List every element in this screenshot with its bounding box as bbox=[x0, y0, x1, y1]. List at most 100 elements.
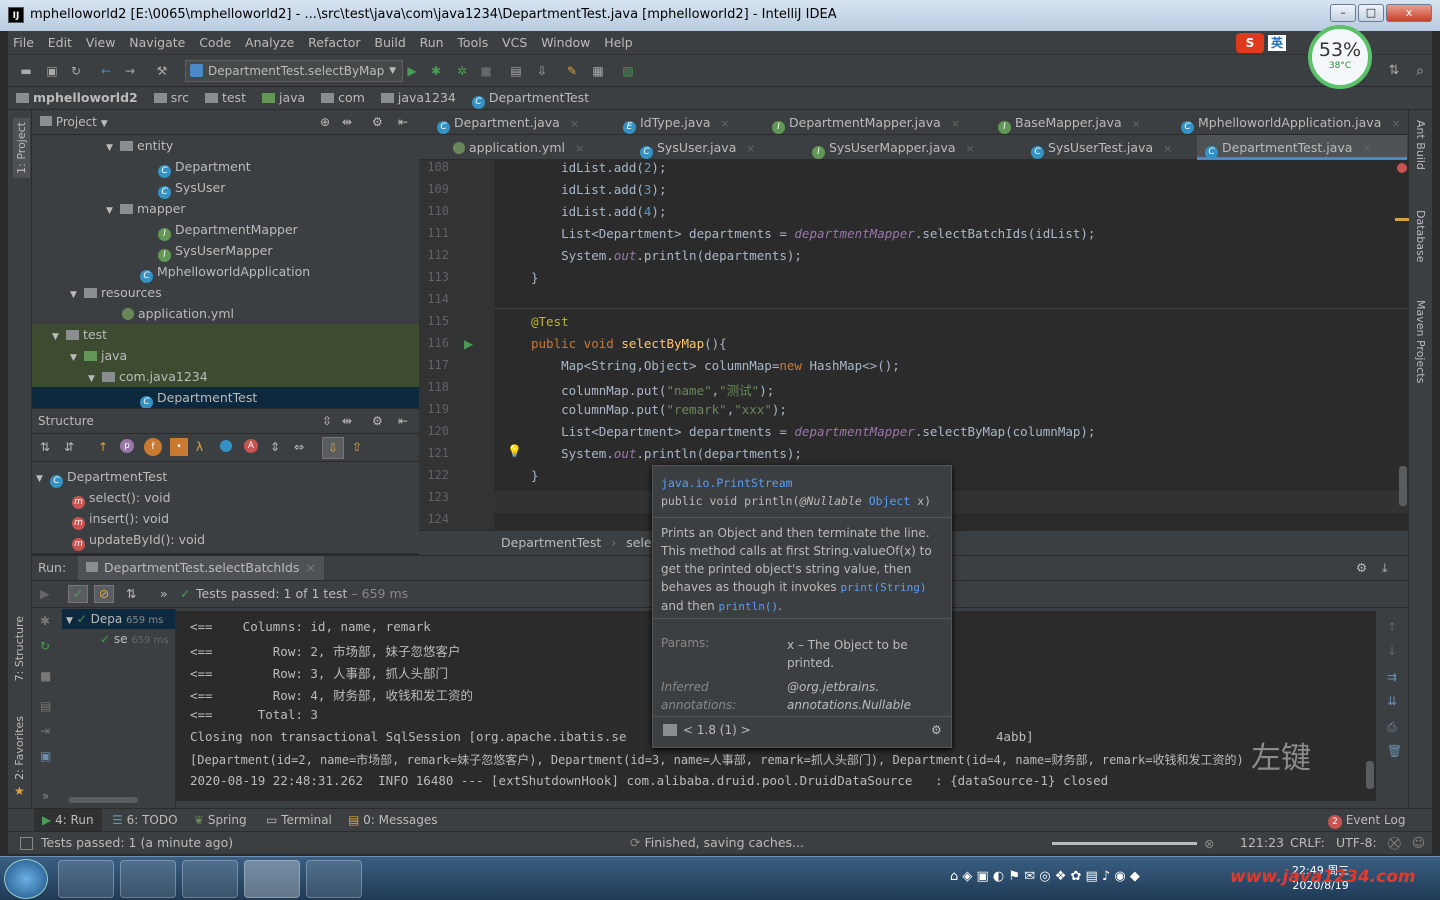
start-button[interactable] bbox=[4, 859, 48, 899]
tab-sysusermapper-java[interactable]: I SysUserMapper.java × bbox=[804, 135, 975, 160]
caret-position[interactable]: 121:23 bbox=[1240, 835, 1284, 850]
line-separator[interactable]: CRLF: bbox=[1290, 835, 1325, 850]
project-tree-item[interactable]: C Department bbox=[32, 156, 419, 178]
doc-link-println[interactable]: println() bbox=[719, 600, 779, 613]
status-message[interactable]: Tests passed: 1 (a minute ago) bbox=[41, 835, 233, 850]
structure-root[interactable]: ▼ C DepartmentTest bbox=[32, 466, 419, 488]
gear-icon[interactable]: ⚙ bbox=[1356, 556, 1367, 580]
menu-view[interactable]: View bbox=[81, 31, 121, 55]
locate-icon[interactable]: ⊕ bbox=[320, 110, 330, 135]
debug-icon[interactable]: ✱ bbox=[40, 614, 50, 628]
doc-class-link[interactable]: java.io.PrintStream bbox=[661, 476, 943, 490]
file-encoding[interactable]: UTF-8: bbox=[1336, 835, 1377, 850]
structure-method[interactable]: m insert(): void bbox=[32, 508, 419, 530]
inspector-icon[interactable]: ☺ bbox=[1412, 835, 1425, 850]
menu-help[interactable]: Help bbox=[599, 31, 638, 55]
close-button[interactable]: x bbox=[1386, 4, 1432, 22]
doc-jdk-version[interactable]: < 1.8 (1) > bbox=[683, 723, 751, 737]
sdk-icon[interactable]: ▦ bbox=[590, 63, 606, 79]
menu-edit[interactable]: Edit bbox=[43, 31, 77, 55]
soft-wrap-icon[interactable]: ⇉ bbox=[1387, 670, 1397, 684]
tab-sysuser-java[interactable]: C SysUser.java × bbox=[632, 135, 756, 160]
open-folder-icon[interactable]: ▬ bbox=[18, 63, 34, 79]
hide-panel-icon[interactable]: ⇤ bbox=[398, 409, 408, 434]
tab-mphelloworldapplication-java[interactable]: C MphelloworldApplication.java × bbox=[1173, 110, 1401, 135]
menu-refactor[interactable]: Refactor bbox=[303, 31, 365, 55]
console-scrollbar[interactable] bbox=[1366, 761, 1374, 789]
close-icon[interactable]: × bbox=[1391, 117, 1400, 130]
show-passed-icon[interactable]: ✓ bbox=[68, 585, 88, 603]
show-lambdas-icon[interactable]: λ bbox=[196, 440, 203, 454]
project-tree-item[interactable]: ▼ com.java1234 bbox=[32, 366, 419, 387]
run-test-gutter-icon[interactable]: ▶ bbox=[464, 337, 473, 351]
sort-alpha-icon[interactable]: ⇅ bbox=[40, 440, 50, 454]
tab-basemapper-java[interactable]: I BaseMapper.java × bbox=[990, 110, 1141, 135]
close-icon[interactable]: × bbox=[746, 142, 755, 155]
menu-vcs[interactable]: VCS bbox=[497, 31, 532, 55]
close-icon[interactable]: × bbox=[951, 117, 960, 130]
breadcrumb-com[interactable]: com bbox=[321, 87, 365, 109]
gear-icon[interactable]: ⚙ bbox=[372, 110, 383, 135]
coverage-icon[interactable]: ✲ bbox=[454, 63, 470, 79]
close-icon[interactable]: × bbox=[1163, 142, 1172, 155]
side-tab-favorites[interactable]: 2: Favorites bbox=[13, 716, 26, 780]
rerun-failed-icon[interactable]: ↻ bbox=[40, 639, 50, 653]
breadcrumb-java1234[interactable]: java1234 bbox=[380, 87, 456, 109]
side-tab-database[interactable]: Database bbox=[1414, 210, 1427, 263]
close-icon[interactable]: × bbox=[575, 142, 584, 155]
project-tree-item[interactable]: I SysUserMapper bbox=[32, 240, 419, 262]
tab-sysusertest-java[interactable]: C SysUserTest.java × bbox=[1023, 135, 1172, 160]
side-tab-ant-build[interactable]: Ant Build bbox=[1414, 120, 1427, 170]
project-tree-item[interactable]: C SysUser bbox=[32, 177, 419, 199]
close-icon[interactable]: × bbox=[721, 117, 730, 130]
side-tab-structure[interactable]: 7: Structure bbox=[13, 616, 26, 681]
download-icon[interactable]: ⇩ bbox=[534, 63, 550, 79]
taskbar-app-m[interactable] bbox=[182, 860, 238, 898]
search-icon[interactable]: ⌕ bbox=[1412, 63, 1428, 79]
terminal-icon[interactable]: ▧ bbox=[620, 63, 636, 79]
breadcrumb-test[interactable]: test bbox=[204, 87, 246, 109]
side-tab-project[interactable]: 1: Project bbox=[13, 118, 30, 178]
autoscroll-to-source-icon[interactable]: ⇩ bbox=[322, 437, 344, 459]
pin-icon[interactable]: ▣ bbox=[40, 749, 51, 763]
project-tree-item[interactable]: ▼ entity bbox=[32, 135, 419, 156]
hide-panel-icon[interactable]: ⤓ bbox=[1382, 556, 1388, 580]
tool-tab-todo[interactable]: ☰ 6: TODO bbox=[112, 809, 178, 831]
menu-run[interactable]: Run bbox=[415, 31, 449, 55]
taskbar-app-dolphin[interactable] bbox=[306, 860, 362, 898]
more-icon[interactable]: » bbox=[42, 789, 49, 803]
show-abstract-icon[interactable]: A bbox=[244, 439, 258, 453]
event-log-button[interactable]: 2 Event Log bbox=[1328, 809, 1405, 831]
ime-language[interactable]: 英 bbox=[1268, 35, 1287, 51]
run-tab[interactable]: DepartmentTest.selectBatchIds × bbox=[78, 556, 324, 580]
show-non-public-icon[interactable]: • bbox=[170, 438, 188, 456]
collapse-all-icon[interactable]: ⇹ bbox=[342, 409, 352, 434]
close-icon[interactable]: × bbox=[966, 142, 975, 155]
down-icon[interactable]: ↓ bbox=[1387, 644, 1397, 658]
exit-icon[interactable]: ⇥ bbox=[40, 724, 50, 738]
project-structure-icon[interactable]: ▤ bbox=[508, 63, 524, 79]
forward-icon[interactable]: → bbox=[122, 63, 138, 79]
taskbar-app-intellij[interactable] bbox=[244, 860, 300, 898]
project-tree-item[interactable]: ▼ test bbox=[32, 324, 419, 345]
scroll-to-end-icon[interactable]: ⇊ bbox=[1387, 694, 1397, 708]
project-tree-item[interactable]: C DepartmentTest bbox=[32, 387, 419, 409]
show-properties-icon[interactable]: p bbox=[120, 439, 134, 453]
run-configuration-select[interactable]: DepartmentTest.selectByMap ▼ bbox=[185, 60, 403, 82]
test-tree-root[interactable]: ▼ ✓ Depa 659 ms bbox=[62, 609, 175, 629]
structure-method[interactable]: m select(): void bbox=[32, 487, 419, 509]
stop-icon[interactable]: ■ bbox=[40, 669, 51, 683]
project-panel-title[interactable]: Project bbox=[56, 115, 97, 129]
minimize-button[interactable]: – bbox=[1330, 4, 1356, 22]
show-inherited-icon[interactable]: ↑ bbox=[98, 440, 108, 454]
translate-icon[interactable]: ⇅ bbox=[1386, 63, 1402, 79]
taskbar-app-qq-browser[interactable] bbox=[120, 860, 176, 898]
sogou-ime-icon[interactable]: S bbox=[1236, 33, 1264, 53]
project-tree-item[interactable]: ▼ java bbox=[32, 345, 419, 366]
test-tree-child[interactable]: ✓ se 659 ms bbox=[62, 629, 175, 649]
lightbulb-icon[interactable]: 💡 bbox=[507, 444, 522, 458]
show-ignored-icon[interactable]: ⊘ bbox=[94, 585, 114, 603]
editor-breadcrumb-class[interactable]: DepartmentTest bbox=[501, 535, 601, 550]
build-icon[interactable]: ⚒ bbox=[154, 63, 170, 79]
hide-panel-icon[interactable]: ⇤ bbox=[398, 110, 408, 135]
